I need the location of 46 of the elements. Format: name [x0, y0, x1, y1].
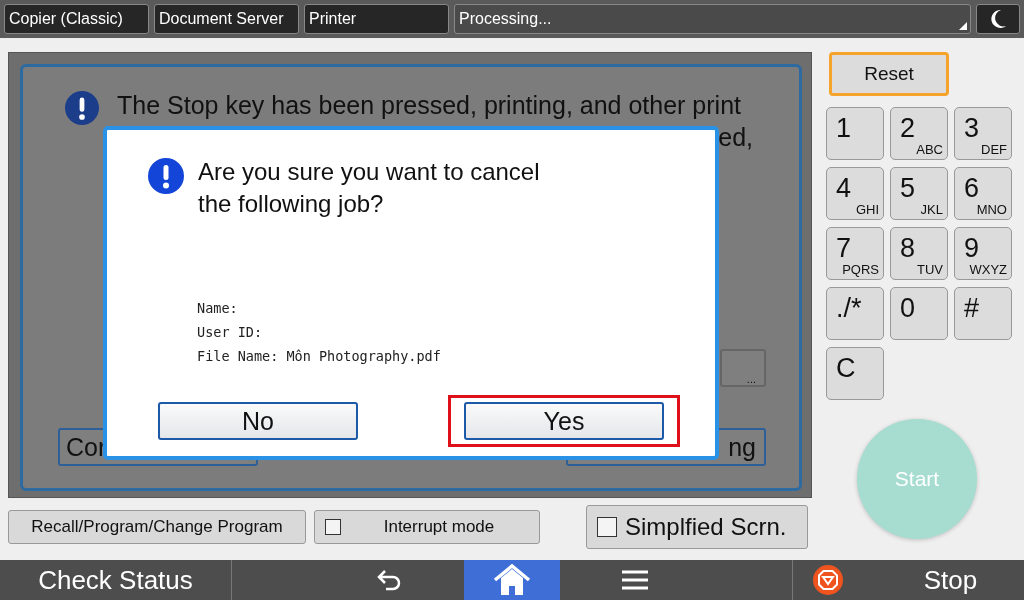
keypad-key[interactable]: 9 WXYZ: [954, 227, 1012, 280]
keypad-key[interactable]: 3 DEF: [954, 107, 1012, 160]
mode-tab[interactable]: Copier (Classic): [4, 4, 149, 34]
job-detail: User ID:: [197, 324, 264, 342]
dialog-message: ed,: [718, 123, 753, 152]
toggle-label: Simplfied Scrn.: [625, 513, 787, 541]
keypad-key[interactable]: 1: [826, 107, 884, 160]
stop-button[interactable]: Stop: [843, 563, 1024, 597]
keypad-key[interactable]: 0: [890, 287, 948, 340]
job-detail: File Name: Môn Photography.pdf: [197, 348, 441, 366]
checkbox[interactable]: [325, 519, 341, 535]
job-status-bar[interactable]: Processing...: [454, 4, 971, 34]
warning-icon: [65, 91, 99, 125]
keypad-key[interactable]: #: [954, 287, 1012, 340]
mode-tab[interactable]: Document Server: [154, 4, 299, 34]
checkbox[interactable]: [597, 517, 617, 537]
keypad-key[interactable]: 2 ABC: [890, 107, 948, 160]
keypad-key[interactable]: 6 MNO: [954, 167, 1012, 220]
interrupt-mode-toggle[interactable]: Interrupt mode: [314, 510, 540, 544]
toggle-label: Interrupt mode: [382, 517, 496, 537]
energy-saver-button[interactable]: [976, 4, 1020, 34]
simplified-screen-toggle[interactable]: Simplfied Scrn.: [586, 505, 808, 549]
reset-button[interactable]: Reset: [829, 52, 949, 96]
keypad-key[interactable]: 5 JKL: [890, 167, 948, 220]
keypad-key[interactable]: 8 TUV: [890, 227, 948, 280]
corner-triangle-icon: [959, 22, 967, 30]
dialog-button[interactable]: No: [158, 402, 358, 440]
job-detail: Name:: [197, 300, 239, 318]
dialog-button[interactable]: Yes: [464, 402, 664, 440]
keypad-key[interactable]: ./*: [826, 287, 884, 340]
home-icon: [493, 564, 531, 596]
home-button[interactable]: [464, 560, 560, 600]
mode-tab[interactable]: Printer: [304, 4, 449, 34]
confirm-question: Are you sure you want to cancel the following job?: [198, 157, 540, 219]
warning-icon: [148, 158, 184, 194]
more-button[interactable]: ...: [720, 349, 766, 387]
stop-icon: [813, 565, 843, 595]
menu-icon: [622, 570, 648, 590]
keypad-key[interactable]: 4 GHI: [826, 167, 884, 220]
check-status-button[interactable]: Check Status: [0, 560, 232, 600]
back-arrow-icon: [376, 569, 402, 591]
recall-program-button[interactable]: Recall/Program/Change Program: [8, 510, 306, 544]
dialog-message: The Stop key has been pressed, printing, and other print: [117, 91, 741, 120]
keypad-key[interactable]: 7 PQRS: [826, 227, 884, 280]
moon-icon: [989, 9, 1007, 29]
keypad-key[interactable]: C: [826, 347, 884, 400]
